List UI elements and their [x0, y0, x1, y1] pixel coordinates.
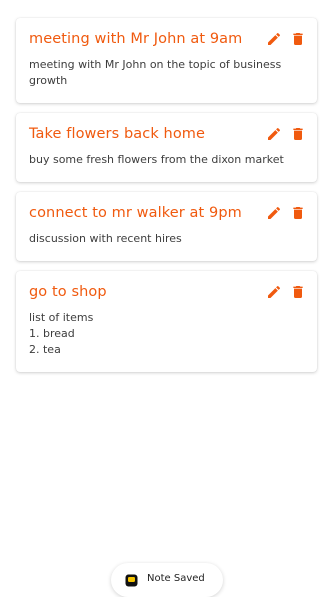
pencil-icon[interactable] — [266, 205, 282, 221]
note-body: meeting with Mr John on the topic of bus… — [29, 58, 282, 87]
note-card[interactable]: meeting with Mr John at 9am meeting with… — [16, 18, 317, 103]
note-header: go to shop — [29, 283, 304, 301]
pencil-icon[interactable] — [266, 126, 282, 142]
note-card[interactable]: go to shop list of items 1. bread 2. tea — [16, 271, 317, 372]
trash-icon[interactable] — [290, 31, 306, 47]
note-actions — [266, 126, 306, 142]
note-header: connect to mr walker at 9pm — [29, 204, 304, 222]
note-title: meeting with Mr John at 9am — [29, 31, 243, 47]
note-actions — [266, 284, 306, 300]
pencil-icon[interactable] — [266, 284, 282, 300]
notes-list: meeting with Mr John at 9am meeting with… — [16, 18, 317, 382]
note-title: Take flowers back home — [29, 126, 206, 142]
note-card[interactable]: Take flowers back home buy some fresh fl… — [16, 113, 317, 182]
note-header: Take flowers back home — [29, 125, 304, 143]
note-title: go to shop — [29, 284, 107, 300]
note-body: buy some fresh flowers from the dixon ma… — [29, 153, 284, 166]
note-card[interactable]: connect to mr walker at 9pm discussion w… — [16, 192, 317, 261]
note-title: connect to mr walker at 9pm — [29, 205, 242, 221]
trash-icon[interactable] — [290, 126, 306, 142]
note-body: discussion with recent hires — [29, 232, 182, 245]
note-actions — [266, 31, 306, 47]
note-header: meeting with Mr John at 9am — [29, 30, 304, 48]
trash-icon[interactable] — [290, 284, 306, 300]
note-actions — [266, 205, 306, 221]
note-body: list of items 1. bread 2. tea — [29, 311, 94, 356]
toast-message: Note Saved — [147, 572, 205, 584]
app-logo-icon — [125, 574, 138, 587]
trash-icon[interactable] — [290, 205, 306, 221]
pencil-icon[interactable] — [266, 31, 282, 47]
